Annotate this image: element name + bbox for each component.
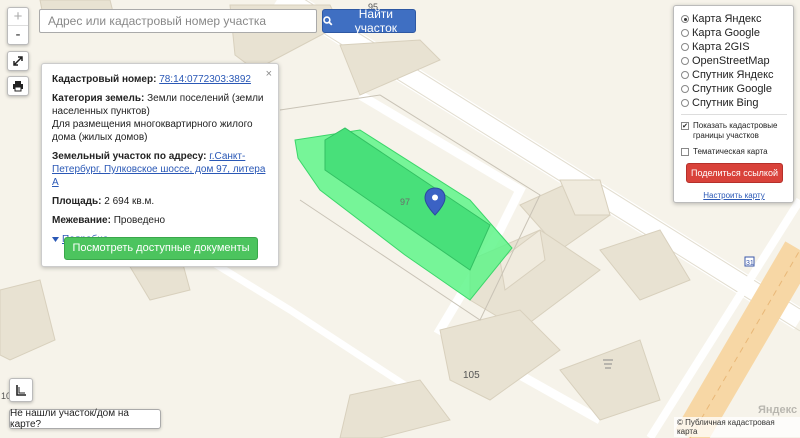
thematic-map-label: Тематическая карта: [693, 147, 768, 156]
radio-icon[interactable]: [681, 85, 689, 93]
layer-option-label: Карта Яндекс: [692, 13, 762, 25]
cadastral-number-link[interactable]: 78:14:0772303:3892: [159, 74, 251, 85]
show-borders-checkbox-row[interactable]: ✔ Показать кадастровые границы участков: [681, 121, 787, 141]
view-documents-button[interactable]: Посмотреть доступные документы: [64, 237, 258, 260]
address-row: Земельный участок по адресу: г.Санкт-Пет…: [52, 150, 268, 189]
show-borders-label: Показать кадастровые границы участков: [693, 121, 778, 140]
layer-option-yandex-map[interactable]: Карта Яндекс: [681, 12, 787, 26]
show-borders-checkbox[interactable]: ✔: [681, 122, 689, 130]
layer-option-yandex-satellite[interactable]: Спутник Яндекс: [681, 68, 787, 82]
survey-row: Межевание: Проведено: [52, 214, 268, 227]
layer-option-google-map[interactable]: Карта Google: [681, 26, 787, 40]
search-button[interactable]: Найти участок: [322, 7, 416, 35]
radio-icon[interactable]: [681, 43, 689, 51]
thematic-map-checkbox-row[interactable]: Тематическая карта: [681, 147, 787, 157]
configure-map-link[interactable]: Настроить карту: [681, 191, 787, 200]
fullscreen-button[interactable]: [7, 51, 29, 71]
close-icon[interactable]: ×: [266, 68, 272, 81]
thematic-map-checkbox[interactable]: [681, 148, 689, 156]
yandex-watermark: Яндекс: [758, 404, 798, 416]
land-category-row: Категория земель: Земли поселений (земли…: [52, 92, 268, 144]
ruler-icon: [16, 385, 26, 396]
area-value: 2 694 кв.м.: [104, 196, 155, 207]
print-button[interactable]: [7, 76, 29, 96]
fullscreen-icon: [13, 56, 23, 66]
share-link-button[interactable]: Поделиться ссылкой: [686, 163, 783, 183]
copyright-text: © Публичная кадастровая карта: [674, 417, 800, 437]
not-found-button[interactable]: Не нашли участок/дом на карте?: [9, 408, 161, 430]
area-row: Площадь: 2 694 кв.м.: [52, 195, 268, 208]
zoom-in-button[interactable]: +: [8, 8, 28, 26]
search-button-label: Найти участок: [354, 7, 397, 35]
address-label: Земельный участок по адресу:: [52, 151, 207, 162]
radio-icon[interactable]: [681, 15, 689, 23]
divider: [681, 114, 787, 115]
survey-label: Межевание:: [52, 215, 111, 226]
radio-icon[interactable]: [681, 29, 689, 37]
layer-option-label: Спутник Bing: [692, 97, 759, 109]
basemap-options: Карта Яндекс Карта Google Карта 2GIS Ope…: [681, 12, 787, 110]
layer-option-openstreetmap[interactable]: OpenStreetMap: [681, 54, 787, 68]
layer-option-label: Спутник Яндекс: [692, 69, 774, 81]
map-label-right: 31: [746, 260, 754, 267]
layers-panel: Карта Яндекс Карта Google Карта 2GIS Ope…: [673, 5, 794, 203]
cadastral-number-label: Кадастровый номер:: [52, 74, 157, 85]
radio-icon[interactable]: [681, 99, 689, 107]
layer-option-label: Спутник Google: [692, 83, 772, 95]
zoom-control: + -: [7, 7, 29, 45]
layer-option-label: Карта Google: [692, 27, 760, 39]
parcel-info-popup: × Кадастровый номер: 78:14:0772303:3892 …: [41, 63, 279, 267]
layer-option-google-satellite[interactable]: Спутник Google: [681, 82, 787, 96]
search-icon: [323, 16, 333, 26]
printer-icon: [13, 81, 23, 92]
ruler-button[interactable]: [9, 378, 33, 402]
radio-icon[interactable]: [681, 71, 689, 79]
layer-option-label: OpenStreetMap: [692, 55, 770, 67]
land-category-label: Категория земель:: [52, 93, 145, 104]
map-label-house-105: 105: [463, 370, 480, 381]
area-label: Площадь:: [52, 196, 102, 207]
zoom-out-button[interactable]: -: [8, 26, 28, 44]
triangle-down-icon: [52, 237, 59, 242]
radio-icon[interactable]: [681, 57, 689, 65]
layer-option-bing-satellite[interactable]: Спутник Bing: [681, 96, 787, 110]
land-use-value: Для размещения многоквартирного жилого д…: [52, 119, 253, 143]
layer-option-label: Карта 2GIS: [692, 41, 750, 53]
cadastral-number-row: Кадастровый номер: 78:14:0772303:3892: [52, 73, 268, 86]
layer-option-2gis-map[interactable]: Карта 2GIS: [681, 40, 787, 54]
survey-value: Проведено: [113, 215, 166, 226]
search-input[interactable]: [39, 9, 317, 33]
map-label-house-97: 97: [400, 197, 410, 207]
